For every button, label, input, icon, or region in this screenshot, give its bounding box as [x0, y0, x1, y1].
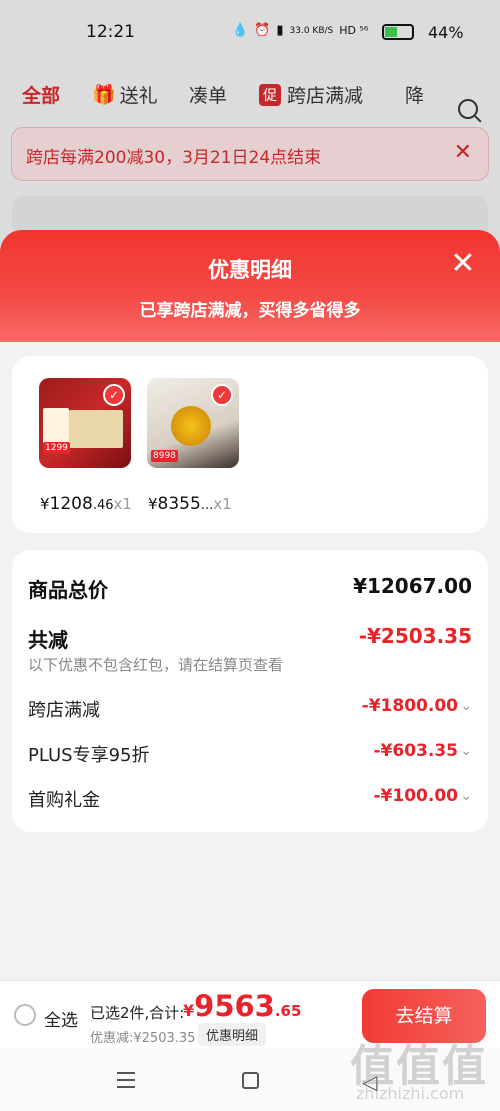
discount-detail-button[interactable]: 优惠明细: [198, 1023, 267, 1046]
tab-price-drop[interactable]: 降: [405, 81, 424, 108]
total-discount-label: 共减: [28, 628, 68, 652]
signal-indicators: HD ⁵⁶: [339, 24, 369, 37]
price-main: 9563: [194, 989, 275, 1023]
tab-cross-store[interactable]: 促 跨店满减: [259, 81, 363, 108]
chevron-down-icon: ⌄: [460, 698, 472, 714]
search-icon[interactable]: [458, 99, 478, 119]
currency-symbol: ¥: [148, 495, 158, 513]
water-icon: 💧: [232, 23, 249, 38]
sheet-header: 优惠明细 已享跨店满减，买得多省得多 ✕: [0, 230, 500, 342]
price-decimal: ...: [200, 498, 214, 513]
currency-symbol: ¥: [183, 1001, 195, 1020]
menu-icon[interactable]: [117, 1072, 135, 1093]
alarm-icon: ⏰: [254, 23, 271, 38]
tab-gift[interactable]: 🎁 送礼: [92, 81, 158, 108]
discount-detail-sheet: 优惠明细 已享跨店满减，买得多省得多 ✕ 1299 ✓ 8998 ✓ ¥1208…: [0, 230, 500, 1111]
sheet-title: 优惠明细: [208, 258, 292, 282]
chevron-down-icon: ⌄: [460, 788, 472, 804]
product-price-tag: 8998: [151, 450, 178, 462]
tab-gift-label: 送礼: [119, 85, 158, 107]
discount-item-value: -¥1800.00: [361, 696, 458, 716]
promo-notice-text: 跨店每满200减30，3月21日24点结束: [26, 148, 322, 168]
cart-page-background: 全部 🎁 送礼 凑单 促 跨店满减 降 跨店每满200减30，3月21日24点结…: [0, 66, 500, 246]
price-decimal: .46: [92, 498, 114, 513]
checkmark-icon: ✓: [211, 384, 233, 406]
price-main: 8355: [157, 494, 201, 514]
status-time: 12:21: [86, 22, 135, 42]
price-decimal: .65: [274, 1002, 302, 1020]
site-watermark: 值值值 zhizhizhi.com: [348, 1030, 498, 1110]
select-all-checkbox[interactable]: [14, 1004, 36, 1026]
discount-item-label: PLUS专享95折: [28, 745, 150, 766]
discount-note: 以下优惠不包含红包，请在结算页查看: [28, 656, 284, 674]
product-thumbnail[interactable]: 8998 ✓: [147, 378, 239, 468]
tab-cross-store-label: 跨店满减: [287, 85, 364, 107]
close-icon[interactable]: ✕: [448, 249, 478, 280]
promo-badge: 促: [259, 83, 281, 106]
product-price: ¥8355...x1: [148, 494, 232, 514]
product-quantity: x1: [213, 495, 232, 513]
total-price-value: ¥12067.00: [353, 574, 472, 598]
discount-line: 优惠减:¥2503.35: [90, 1031, 196, 1046]
tab-bundle[interactable]: 凑单: [189, 81, 227, 108]
total-discount-value: -¥2503.35: [358, 624, 472, 648]
product-item-image: [171, 406, 211, 446]
total-amount: ¥9563.65: [183, 989, 301, 1023]
discount-item-label: 首购礼金: [28, 790, 100, 811]
discount-item-value: -¥100.00: [373, 786, 459, 806]
watermark-url: zhizhizhi.com: [356, 1084, 465, 1103]
selected-products-card: 1299 ✓ 8998 ✓ ¥1208.46x1 ¥8355...x1: [12, 356, 488, 533]
vibrate-icon: ▮: [276, 23, 284, 38]
promo-notice: 跨店每满200减30，3月21日24点结束 ✕: [11, 127, 489, 181]
discount-item-value: -¥603.35: [373, 741, 459, 761]
tab-all[interactable]: 全部: [22, 81, 60, 108]
close-icon[interactable]: ✕: [454, 140, 472, 165]
sheet-subtitle: 已享跨店满减，买得多省得多: [139, 301, 361, 321]
home-icon[interactable]: [242, 1072, 259, 1089]
currency-symbol: ¥: [40, 495, 50, 513]
selected-total-label: 已选2件,合计:: [90, 1004, 185, 1022]
cart-tabs: 全部 🎁 送礼 凑单 促 跨店满减 降: [0, 81, 500, 119]
status-icons: 💧 ⏰ ▮ 33.0 KB/S HD ⁵⁶: [232, 23, 368, 38]
price-main: 1208: [49, 494, 93, 514]
chevron-down-icon: ⌄: [460, 743, 472, 759]
total-price-label: 商品总价: [28, 578, 108, 602]
product-thumbnail[interactable]: 1299 ✓: [39, 378, 131, 468]
battery-percent: 44%: [428, 23, 464, 42]
product-price: ¥1208.46x1: [40, 494, 132, 514]
price-summary-card: 商品总价 ¥12067.00 共减 -¥2503.35 以下优惠不包含红包，请在…: [12, 550, 488, 832]
product-price-tag: 1299: [43, 442, 70, 454]
product-quantity: x1: [113, 495, 132, 513]
product-box-image: [69, 410, 123, 448]
status-bar: 12:21 💧 ⏰ ▮ 33.0 KB/S HD ⁵⁶ 44%: [0, 0, 500, 66]
battery-icon: [382, 24, 414, 40]
select-all-label[interactable]: 全选: [44, 1006, 78, 1031]
checkmark-icon: ✓: [103, 384, 125, 406]
network-speed: 33.0 KB/S: [289, 25, 334, 36]
gift-icon: 🎁: [92, 84, 116, 106]
discount-item-label: 跨店满减: [28, 700, 100, 721]
